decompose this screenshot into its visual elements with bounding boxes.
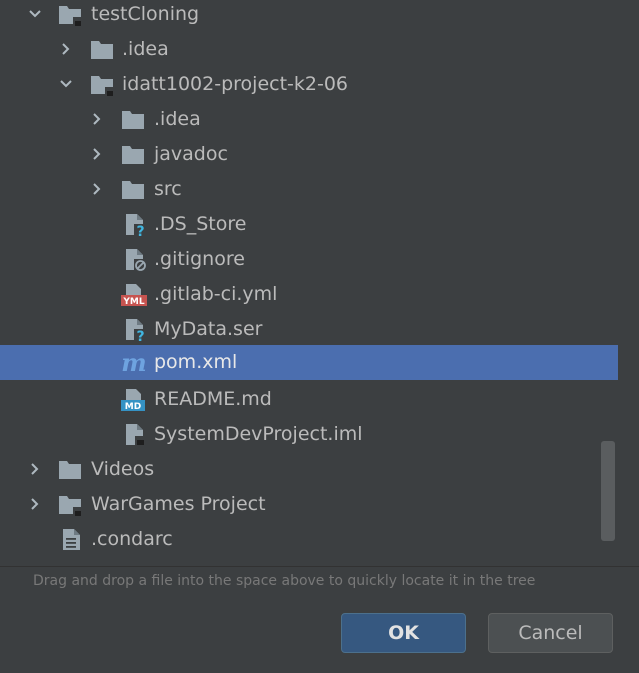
maven-icon: m <box>120 348 146 377</box>
tree-item-label: .gitignore <box>154 248 245 270</box>
tree-item-testcloning[interactable]: testCloning <box>0 0 618 32</box>
tree-item-ds-store[interactable]: ? .DS_Store <box>0 207 618 242</box>
folder-icon <box>58 458 82 482</box>
tree-item-label: .idea <box>122 38 169 60</box>
chevron-down-icon[interactable] <box>59 77 73 91</box>
tree-item-idatt1002-project[interactable]: idatt1002-project-k2-06 <box>0 67 618 102</box>
tree-item-systemdevproject-iml[interactable]: SystemDevProject.iml <box>0 417 618 452</box>
chevron-right-icon[interactable] <box>28 462 42 476</box>
tree-item-gitlab-ci[interactable]: YML .gitlab-ci.yml <box>0 277 618 312</box>
tree-item-label: WarGames Project <box>91 493 266 515</box>
tree-item-label: pom.xml <box>154 351 238 373</box>
folder-icon <box>121 143 145 167</box>
markdown-file-icon: MD <box>121 388 145 412</box>
vertical-scrollbar-thumb[interactable] <box>601 441 615 541</box>
tree-item-label: .DS_Store <box>154 213 247 235</box>
svg-text:?: ? <box>136 329 144 342</box>
tree-item-mydata-ser[interactable]: ? MyData.ser <box>0 312 618 347</box>
svg-text:YML: YML <box>122 297 144 307</box>
chevron-right-icon[interactable] <box>90 147 104 161</box>
text-file-icon <box>60 528 84 552</box>
unknown-file-icon: ? <box>123 318 147 345</box>
tree-item-label: javadoc <box>154 143 228 165</box>
tree-item-label: Videos <box>91 458 155 480</box>
tree-item-pom-xml[interactable]: m pom.xml <box>0 345 618 380</box>
chevron-down-icon[interactable] <box>28 7 42 21</box>
tree-item-label: idatt1002-project-k2-06 <box>122 73 349 95</box>
module-file-icon <box>123 423 147 447</box>
module-folder-icon <box>58 3 82 27</box>
tree-item-label: .condarc <box>91 528 173 550</box>
tree-item-label: src <box>154 178 182 200</box>
folder-icon <box>121 178 145 202</box>
tree-item-videos[interactable]: Videos <box>0 452 618 487</box>
chevron-right-icon[interactable] <box>90 182 104 196</box>
tree-item-label: testCloning <box>91 3 200 25</box>
svg-text:MD: MD <box>125 402 141 412</box>
svg-text:m: m <box>121 351 146 375</box>
cancel-button[interactable]: Cancel <box>488 613 613 653</box>
drag-drop-hint: Drag and drop a file into the space abov… <box>33 573 536 589</box>
tree-item-wargames-project[interactable]: WarGames Project <box>0 487 618 522</box>
file-tree[interactable]: testCloning .idea idatt1002-project-k2-0… <box>0 0 618 566</box>
tree-item-label: SystemDevProject.iml <box>154 423 363 445</box>
chevron-right-icon[interactable] <box>59 42 73 56</box>
dialog-footer: Drag and drop a file into the space abov… <box>0 566 639 673</box>
tree-item-label: .gitlab-ci.yml <box>154 283 278 305</box>
module-folder-icon <box>90 73 114 97</box>
tree-item-label: README.md <box>154 388 272 410</box>
tree-item-idea[interactable]: .idea <box>0 32 618 67</box>
yaml-file-icon: YML <box>121 283 147 307</box>
tree-item-label: MyData.ser <box>154 318 263 340</box>
tree-item-javadoc[interactable]: javadoc <box>0 137 618 172</box>
chevron-right-icon[interactable] <box>28 497 42 511</box>
ok-button[interactable]: OK <box>341 613 466 653</box>
tree-item-condarc[interactable]: .condarc <box>0 522 618 557</box>
unknown-file-icon: ? <box>123 213 147 240</box>
module-folder-icon <box>58 493 82 517</box>
ignored-file-icon <box>123 248 147 272</box>
tree-item-gitignore[interactable]: .gitignore <box>0 242 618 277</box>
folder-icon <box>121 108 145 132</box>
tree-item-src[interactable]: src <box>0 172 618 207</box>
tree-item-idea[interactable]: .idea <box>0 102 618 137</box>
folder-icon <box>90 38 114 62</box>
tree-item-label: .idea <box>154 108 201 130</box>
tree-item-readme[interactable]: MD README.md <box>0 382 618 417</box>
svg-text:?: ? <box>136 224 144 237</box>
chevron-right-icon[interactable] <box>90 112 104 126</box>
